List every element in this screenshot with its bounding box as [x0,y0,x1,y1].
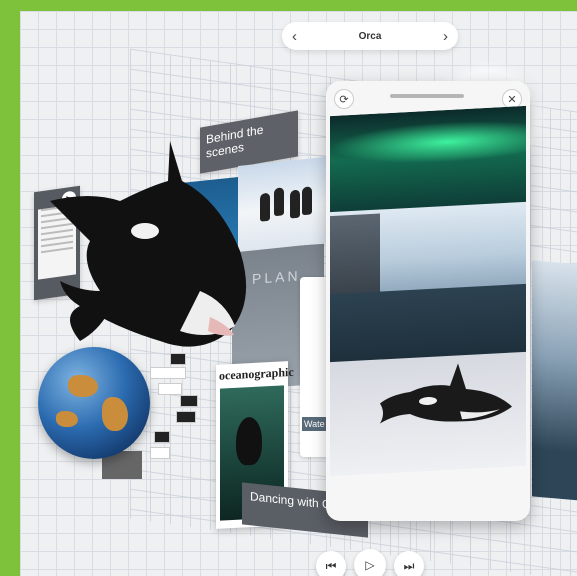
orca-icon [380,363,512,424]
phone-preview-panel[interactable]: ⟳ ✕ [326,81,530,521]
magazine-brand: oceanographic [219,364,294,383]
orca-scene-image [330,105,526,477]
chip[interactable] [154,431,170,443]
chip[interactable] [170,353,186,365]
iceberg-panel[interactable] [532,260,577,502]
globe-model[interactable] [38,347,150,459]
chip[interactable] [150,367,186,379]
chevron-right-icon[interactable]: › [443,28,448,45]
chevron-left-icon[interactable]: ‹ [292,28,297,45]
play-icon: ▷ [365,558,375,572]
orca-3d-model[interactable] [50,141,260,351]
skip-previous-button[interactable]: ⏮ [316,551,346,576]
drag-handle[interactable] [390,94,464,98]
chip[interactable] [158,383,182,395]
skip-previous-icon: ⏮ [325,558,337,573]
title-nav-pill: ‹ Orca › [282,22,458,50]
skip-next-icon: ⏭ [403,558,415,573]
ar-scene: ▶ PLAN Behind the scenes Wate oceanograp… [20,11,577,576]
skip-next-button[interactable]: ⏭ [394,551,424,576]
water-panel-label: Wate [302,417,327,431]
chip[interactable] [176,411,196,423]
play-button[interactable]: ▷ [354,549,386,576]
chip[interactable] [180,395,198,407]
chip[interactable] [150,447,170,459]
page-title: Orca [358,30,382,42]
refresh-icon[interactable]: ⟳ [334,89,354,109]
